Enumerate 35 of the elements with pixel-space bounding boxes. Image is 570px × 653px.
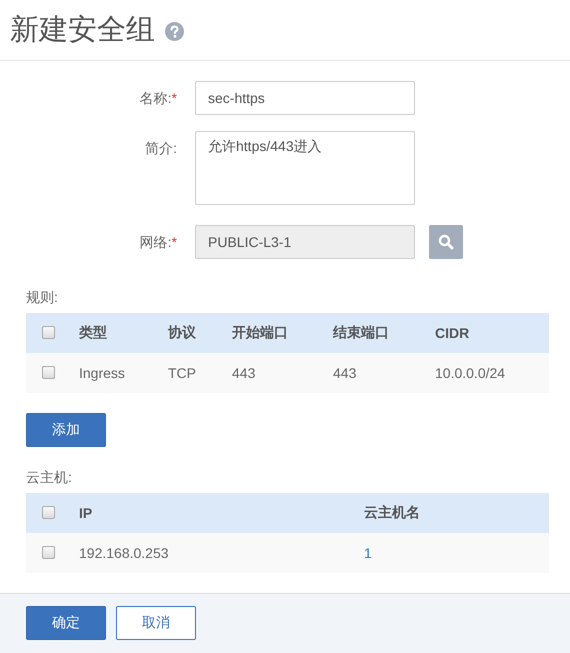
section-label: 云主机: (26, 468, 73, 487)
field-label: 名称: (140, 90, 172, 106)
search-icon (438, 234, 454, 250)
confirm-button[interactable]: 确定 (26, 606, 106, 640)
cancel-button[interactable]: 取消 (116, 606, 196, 640)
name-field[interactable]: sec-https (195, 80, 415, 115)
checkbox[interactable] (42, 366, 54, 380)
table-cell: 443 (333, 364, 356, 381)
checkbox[interactable] (42, 546, 54, 560)
table-cell: 443 (232, 364, 256, 381)
table-cell: TCP (168, 364, 196, 381)
column-header: CIDR (435, 324, 470, 341)
add-button[interactable]: 添加 (26, 412, 106, 447)
table-cell: 10.0.0.0/24 (435, 364, 506, 381)
required-mark: * (172, 234, 177, 250)
checkbox[interactable] (42, 506, 54, 520)
section-label: 规则: (26, 288, 59, 307)
network-field[interactable]: PUBLIC-L3-1 (195, 224, 415, 259)
help-icon[interactable] (165, 22, 184, 42)
column-header: 开始端口 (232, 324, 288, 340)
column-header: 协议 (168, 324, 196, 340)
required-mark: * (172, 90, 177, 106)
column-header: 结束端口 (333, 324, 389, 340)
page-title: 新建安全组 (10, 12, 155, 48)
column-header: 云主机名 (364, 504, 420, 520)
field-label: 简介: (145, 140, 177, 156)
vm-name-link[interactable]: 1 (364, 544, 372, 561)
field-label: 网络: (140, 234, 172, 250)
checkbox[interactable] (42, 326, 54, 340)
search-button[interactable] (429, 224, 463, 259)
column-header: 类型 (79, 324, 107, 340)
table-cell: 192.168.0.253 (79, 544, 169, 561)
column-header: IP (79, 504, 92, 521)
description-field[interactable]: 允许https/443进入 (195, 130, 415, 205)
table-cell: Ingress (79, 364, 125, 381)
